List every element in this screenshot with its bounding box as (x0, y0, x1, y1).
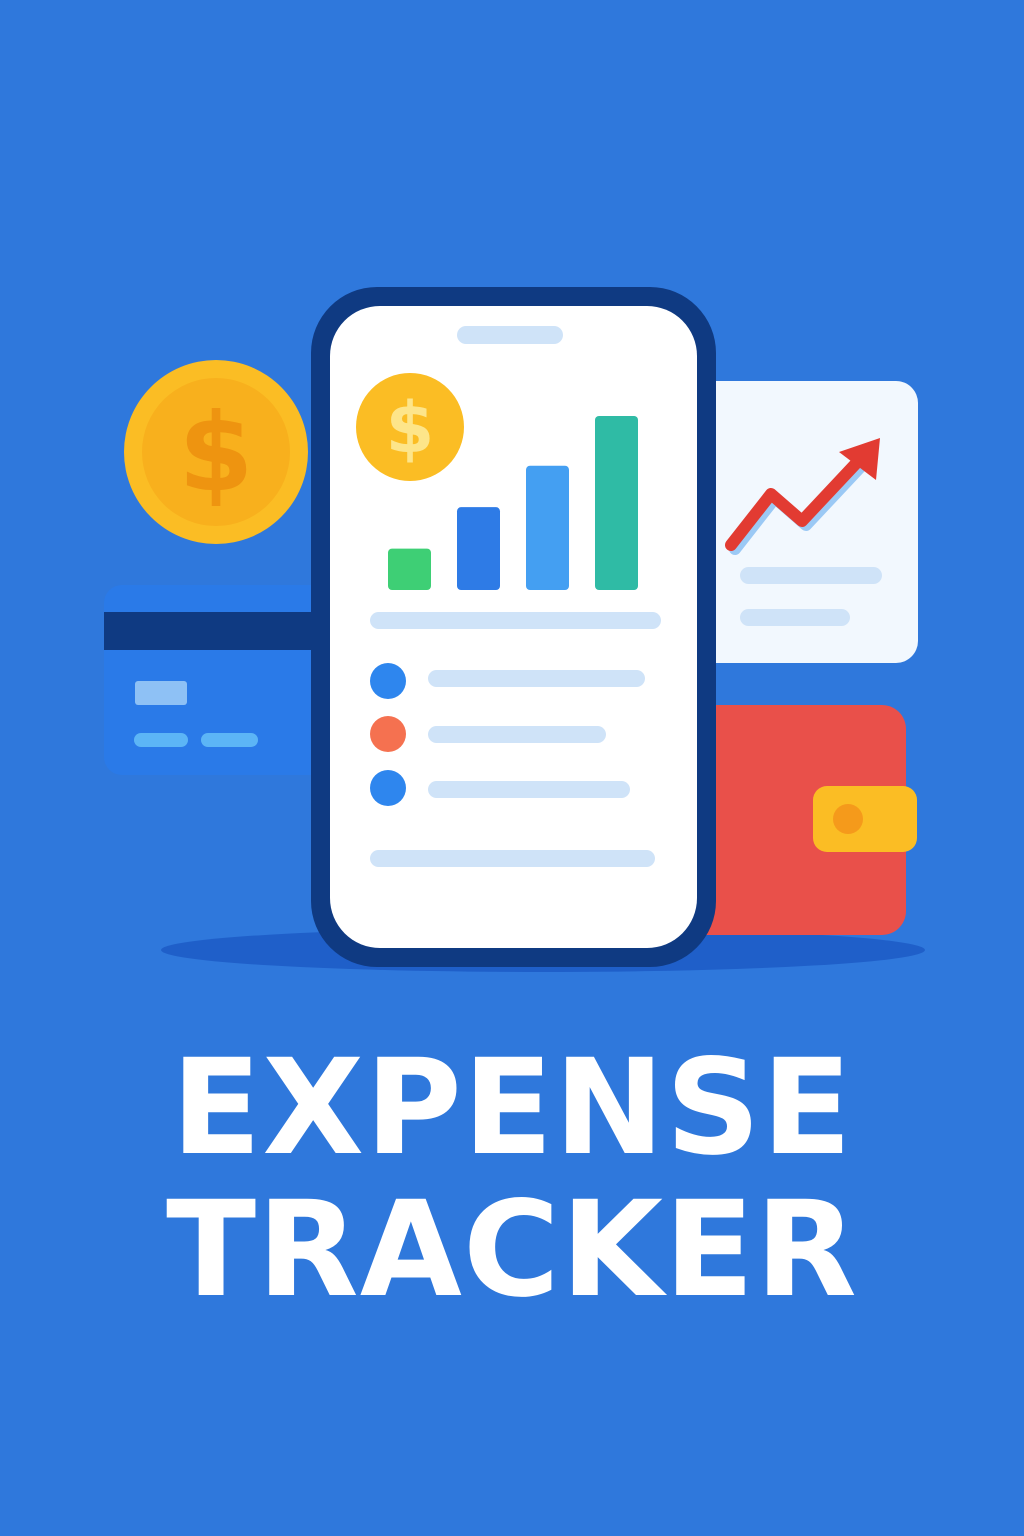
list-dot-icon (370, 716, 406, 752)
bar-3 (526, 465, 569, 590)
svg-text:$: $ (178, 391, 253, 516)
phone-icon: $ (311, 287, 716, 967)
bar-4 (595, 416, 638, 590)
bar-1 (388, 548, 431, 590)
list-dot-icon (370, 663, 406, 699)
title-line-1: EXPENSE (171, 1031, 853, 1185)
placeholder-line (428, 726, 606, 743)
placeholder-line (428, 670, 645, 687)
bar-2 (457, 507, 500, 590)
placeholder-line (428, 781, 630, 798)
phone-notch (457, 326, 563, 344)
placeholder-line (370, 850, 655, 867)
credit-card-icon (104, 585, 344, 775)
dollar-coin-small-icon: $ (356, 373, 464, 481)
svg-text:$: $ (386, 387, 435, 469)
list-dot-icon (370, 770, 406, 806)
placeholder-line (370, 612, 661, 629)
dollar-coin-icon: $ (124, 360, 308, 544)
title-line-2: TRACKER (166, 1173, 858, 1327)
